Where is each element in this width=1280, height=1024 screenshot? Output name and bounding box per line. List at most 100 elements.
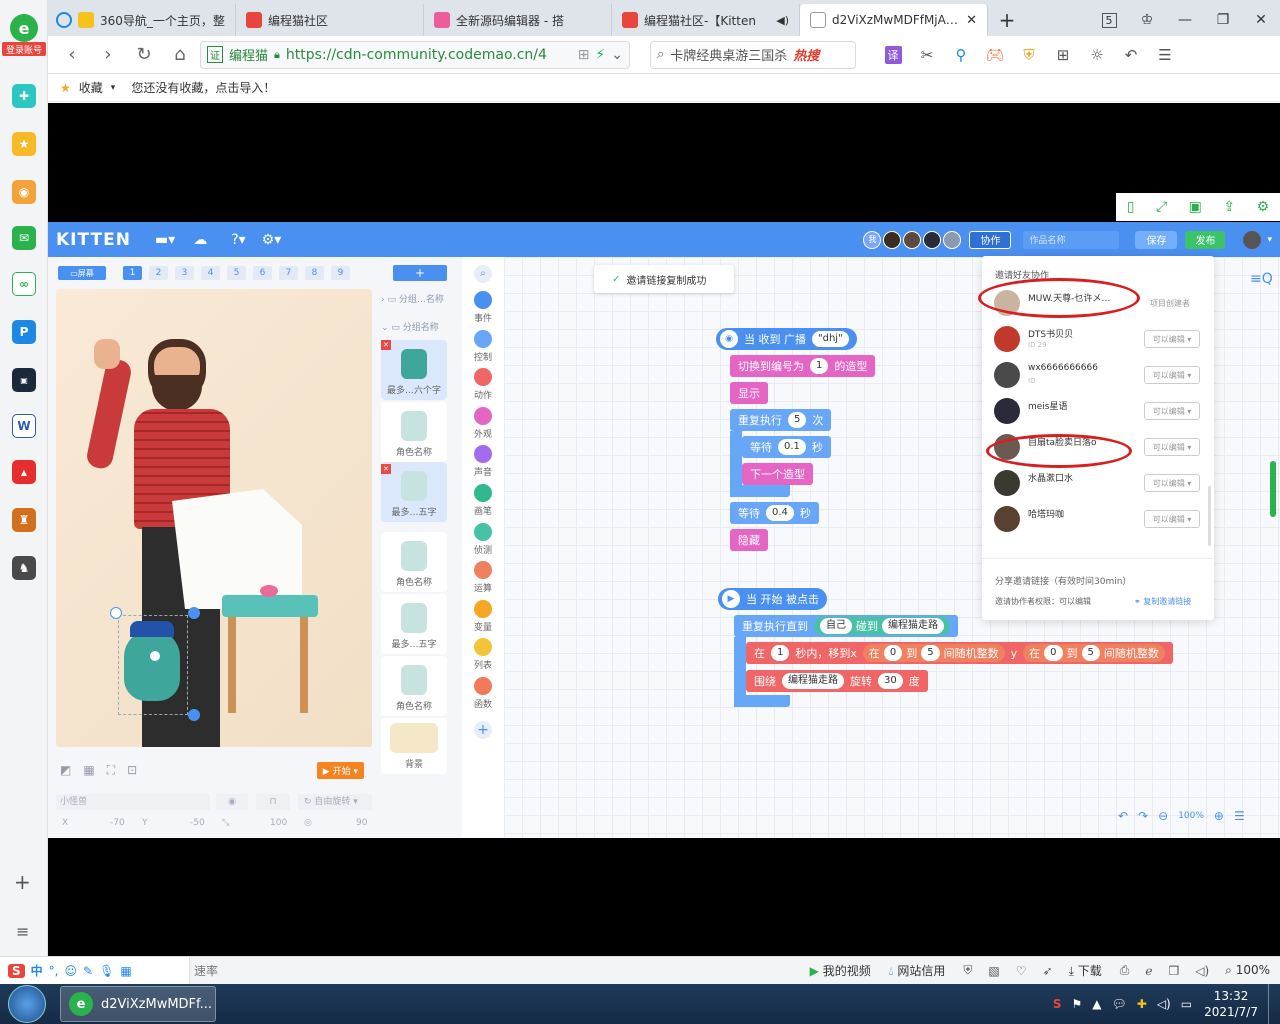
ime-punct-icon[interactable]: °, (49, 964, 59, 978)
friend-avatar[interactable] (994, 398, 1020, 424)
permission-select[interactable]: 可以编辑 ▾ (1144, 438, 1200, 456)
category-item[interactable]: 变量 (462, 599, 504, 633)
shield-status-icon[interactable]: ⛨ (963, 963, 972, 978)
favorites-dropdown-icon[interactable]: ▾ (111, 83, 116, 93)
sidebar-game-icon[interactable]: ▣ (12, 368, 36, 392)
category-item[interactable]: 画笔 (462, 484, 504, 517)
y-to-value[interactable]: 5 (1081, 645, 1100, 661)
block-show[interactable]: 显示 (730, 382, 768, 404)
sidebar-game3-icon[interactable]: ♞ (12, 556, 36, 580)
settings-icon[interactable]: ⚙ (1257, 199, 1270, 215)
heart-status-icon[interactable]: ♡ (1016, 964, 1027, 978)
visibility-icon[interactable]: ◉ (216, 794, 248, 810)
block-next-costume[interactable]: 下一个造型 (742, 463, 813, 485)
target-value[interactable]: 编程猫走路 (882, 618, 944, 634)
friend-avatar[interactable] (994, 326, 1020, 352)
screen-tab-8[interactable]: 8 (305, 266, 324, 280)
category-item[interactable]: 声音 (462, 445, 504, 478)
block-glide[interactable]: 在 1 秒内，移到x 在 0 到 5 间随机整数 y 在 0 到 5 间随机整数 (746, 642, 1173, 664)
start-button[interactable]: ▶ 开始 ▾ (316, 761, 364, 779)
ime-pen-icon[interactable]: ✎ (83, 964, 93, 978)
permission-select[interactable]: 可以编辑 ▾ (1144, 510, 1200, 528)
broadcast-value[interactable]: "dhj" (812, 331, 849, 347)
download-button[interactable]: ⤓ 下载 (1069, 962, 1102, 979)
undo-icon[interactable]: ↶ (1116, 40, 1146, 70)
wait-value[interactable]: 0.4 (766, 505, 794, 521)
block-when-start[interactable]: ▶ 当 开始 被点击 (718, 588, 827, 610)
sidebar-mail-icon[interactable]: ✉ (12, 226, 36, 250)
size-value[interactable]: 100 (270, 818, 287, 828)
tab-kitten-community[interactable]: 编程猫社区-【Kitten ◀) (612, 4, 800, 36)
redo-block-icon[interactable]: ↷ (1138, 809, 1148, 823)
copy-link-button[interactable]: ⚭ 复制邀请链接 (1134, 596, 1191, 607)
tab-audio-icon[interactable]: ◀) (776, 14, 789, 27)
orbit-target-value[interactable]: 编程猫走路 (782, 673, 844, 689)
block-hide[interactable]: 隐藏 (730, 529, 768, 551)
ie-status-icon[interactable]: ℯ (1145, 964, 1152, 978)
taskbar-app-button[interactable]: e d2ViXzMwMDFf... (60, 986, 216, 1022)
glide-secs-value[interactable]: 1 (771, 645, 790, 661)
magnifier-icon[interactable]: ⚲ (946, 40, 976, 70)
tab-360-nav[interactable]: 360导航_一个主页，整 (48, 4, 236, 36)
print-status-icon[interactable]: ⎙ (1120, 963, 1130, 978)
url-text[interactable]: https://cdn-community.codemao.cn/4 (286, 47, 547, 63)
rotate-value[interactable]: 30 (878, 673, 903, 689)
sidebar-star-icon[interactable]: ★ (12, 132, 36, 156)
avatar[interactable] (923, 230, 942, 249)
search-blocks-icon[interactable]: ⌕ (474, 265, 492, 283)
tab-active-project[interactable]: d2ViXzMwMDFfMjAzN ✕ (800, 4, 988, 36)
rotation-mode-select[interactable]: ↻ 自由旋转 ▾ (298, 794, 372, 810)
window-status-icon[interactable]: ❐ (1168, 964, 1179, 978)
shield-icon[interactable]: ⛨ (1014, 40, 1044, 70)
folder-icon[interactable]: ▬▾ (155, 232, 175, 248)
fullscreen-stage-icon[interactable]: ⛶ (107, 763, 115, 778)
self-value[interactable]: 自己 (820, 618, 852, 634)
permission-select[interactable]: 可以编辑 ▾ (1144, 474, 1200, 492)
block-wait[interactable]: 等待 0.1 秒 (742, 436, 831, 458)
grid-icon[interactable]: ▦ (83, 763, 94, 777)
ime-grid-icon[interactable]: ▦ (120, 964, 131, 978)
my-video-button[interactable]: ▶ 我的视频 (810, 962, 871, 979)
category-item[interactable]: 侦测 (462, 522, 504, 556)
block-switch-costume[interactable]: 切换到编号为 1 的造型 (730, 355, 876, 377)
dropdown-icon[interactable]: ⌄ (611, 47, 623, 63)
share-icon[interactable]: ⇪ (1223, 199, 1235, 215)
qr-icon[interactable]: ⊞ (578, 47, 590, 63)
sogou-icon[interactable]: S (8, 963, 25, 978)
menu-icon[interactable]: ☰ (1150, 40, 1180, 70)
url-field[interactable]: 证 编程猫 🔒︎ https://cdn-community.codemao.c… (200, 40, 630, 69)
fullscreen-icon[interactable]: ⤢ (1156, 199, 1167, 215)
brightness-icon[interactable]: ☼ (1082, 40, 1112, 70)
forward-button[interactable]: › (92, 40, 124, 70)
lock-sprite-icon[interactable]: ⊓ (256, 794, 290, 810)
friend-avatar[interactable] (994, 506, 1020, 532)
tray-volume-icon[interactable]: ◁) (1157, 997, 1171, 1011)
block-orbit[interactable]: 围绕 编程猫走路 旋转 30 度 (746, 670, 928, 692)
screen-tab-5[interactable]: 5 (227, 266, 246, 280)
home-button[interactable]: ⌂ (164, 40, 196, 70)
permission-select[interactable]: 可以编辑 ▾ (1144, 330, 1200, 348)
publish-button[interactable]: 发布 (1185, 230, 1226, 249)
block-repeat[interactable]: 重复执行 5 次 (730, 409, 832, 431)
apps-grid-icon[interactable]: ⊞ (1048, 40, 1078, 70)
direction-value[interactable]: 90 (356, 818, 367, 828)
sidebar-red-app-icon[interactable]: ▲ (12, 460, 36, 484)
friend-avatar[interactable] (994, 470, 1020, 496)
save-button[interactable]: 保存 (1135, 230, 1178, 249)
avatar[interactable] (943, 230, 962, 249)
friend-avatar[interactable] (994, 362, 1020, 388)
x-value[interactable]: -70 (110, 818, 125, 828)
tray-sogou-icon[interactable]: S (1053, 997, 1062, 1011)
block-search-panel-icon[interactable]: ≡Q (1250, 271, 1273, 287)
user-avatar[interactable] (1243, 230, 1262, 249)
zoom-out-icon[interactable]: ⊖ (1158, 809, 1168, 823)
tab-close-icon[interactable]: ✕ (966, 13, 977, 28)
search-value[interactable]: 卡牌经典桌游三国杀 (670, 45, 787, 64)
monster-sprite[interactable] (124, 629, 180, 701)
screen-tab-1[interactable]: 1 (123, 266, 142, 280)
group-collapsed[interactable]: › ▭ 分组…名称 (381, 292, 444, 305)
rocket-status-icon[interactable]: ➶ (1043, 964, 1053, 978)
clock[interactable]: 13:32 2021/7/7 (1204, 988, 1258, 1020)
avatar[interactable] (903, 230, 922, 249)
screenshot-icon[interactable]: ⊡ (127, 763, 137, 777)
